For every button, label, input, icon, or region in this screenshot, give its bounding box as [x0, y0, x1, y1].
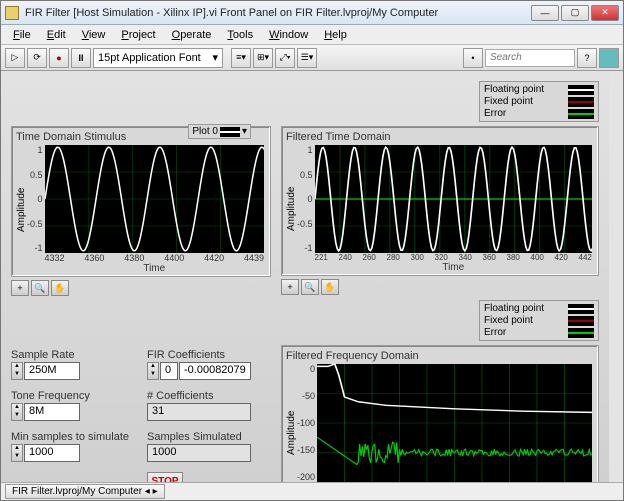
pan-tool-icon[interactable]: ✋: [51, 280, 69, 296]
graph-time-domain: Filtered Time Domain Amplitude 10.50-0.5…: [281, 126, 599, 276]
graph-time-ylabel: Amplitude: [286, 145, 297, 273]
help-button[interactable]: ?: [577, 48, 597, 68]
graph-stimulus-yticks: 10.50-0.5-1: [27, 145, 45, 253]
menu-tools[interactable]: Tools: [219, 27, 261, 43]
cursor-tool-icon[interactable]: +: [281, 279, 299, 295]
zoom-tool-icon[interactable]: 🔍: [301, 279, 319, 295]
sample-rate-input[interactable]: 250M: [24, 362, 80, 380]
maximize-button[interactable]: ▢: [561, 5, 589, 21]
abort-button[interactable]: ●: [49, 48, 69, 68]
menu-project[interactable]: Project: [113, 27, 163, 43]
sample-rate-label: Sample Rate: [11, 349, 129, 361]
min-samples-spinner[interactable]: ▲▼: [11, 444, 23, 462]
samples-sim-label: Samples Simulated: [147, 431, 251, 443]
reorder-button[interactable]: ☰▾: [297, 48, 317, 68]
graph-stimulus-xlabel: Time: [45, 263, 264, 274]
search-toggle-icon[interactable]: •: [463, 48, 483, 68]
tone-freq-input[interactable]: 8M: [24, 403, 80, 421]
tone-freq-label: Tone Frequency: [11, 390, 129, 402]
cursor-tool-icon[interactable]: +: [11, 280, 29, 296]
close-button[interactable]: ✕: [591, 5, 619, 21]
pause-button[interactable]: II: [71, 48, 91, 68]
menu-help[interactable]: Help: [316, 27, 355, 43]
legend-fixed-swatch: [568, 97, 594, 107]
menu-file[interactable]: File: [5, 27, 39, 43]
graph-stimulus-plot[interactable]: [45, 145, 264, 253]
plot-legend-stimulus[interactable]: Plot 0▾: [188, 124, 251, 139]
tone-freq-spinner[interactable]: ▲▼: [11, 403, 23, 421]
titlebar: FIR Filter [Host Simulation - Xilinx IP]…: [1, 1, 623, 25]
status-project-tab[interactable]: FIR Filter.lvproj/My Computer ◂ ▸: [5, 484, 165, 499]
run-continuous-button[interactable]: ⟳: [27, 48, 47, 68]
statusbar: FIR Filter.lvproj/My Computer ◂ ▸: [1, 482, 623, 500]
graph-time-tools: + 🔍 ✋: [281, 279, 599, 295]
graph-freq-title: Filtered Frequency Domain: [286, 350, 592, 362]
minimize-button[interactable]: —: [531, 5, 559, 21]
scrollbar-thumb[interactable]: [610, 81, 622, 221]
legend-fixed-label: Fixed point: [484, 96, 533, 107]
graph-time-xticks: 221240260280300320340360380400420442: [315, 253, 592, 262]
graph-time-plot[interactable]: [315, 145, 592, 253]
stop-button[interactable]: STOP: [147, 472, 183, 482]
menu-window[interactable]: Window: [261, 27, 316, 43]
graph-time-xlabel: Time: [315, 262, 592, 273]
align-button[interactable]: ≡▾: [231, 48, 251, 68]
distribute-button[interactable]: ⊞▾: [253, 48, 273, 68]
fir-coef-label: FIR Coefficients: [147, 349, 251, 361]
window-title: FIR Filter [Host Simulation - Xilinx IP]…: [25, 7, 531, 19]
legend-time-domain: Floating point Fixed point Error: [479, 81, 599, 122]
menu-view[interactable]: View: [74, 27, 114, 43]
graph-time-title: Filtered Time Domain: [286, 131, 592, 143]
min-samples-label: Min samples to simulate: [11, 431, 129, 443]
font-selector[interactable]: 15pt Application Font▾: [93, 48, 223, 68]
legend-error-swatch: [568, 109, 594, 119]
graph-freq-domain: Filtered Frequency Domain Amplitude 0-50…: [281, 345, 599, 482]
app-icon: [5, 6, 19, 20]
graph-stimulus-xticks: 433243604380440044204439: [45, 253, 264, 263]
run-button[interactable]: ▷: [5, 48, 25, 68]
pan-tool-icon[interactable]: ✋: [321, 279, 339, 295]
legend-error-label: Error: [484, 108, 506, 119]
graph-freq-plot[interactable]: [317, 364, 592, 482]
num-coef-indicator: 31: [147, 403, 251, 421]
resize-button[interactable]: ⤢▾: [275, 48, 295, 68]
sample-rate-spinner[interactable]: ▲▼: [11, 362, 23, 380]
vi-icon[interactable]: [599, 48, 619, 68]
front-panel: Floating point Fixed point Error Plot 0▾…: [1, 71, 623, 482]
search-input[interactable]: [485, 49, 575, 67]
graph-time-yticks: 10.50-0.5-1: [297, 145, 315, 253]
min-samples-input[interactable]: 1000: [24, 444, 80, 462]
fir-index-spinner[interactable]: ▲▼: [147, 362, 159, 380]
graph-stimulus-tools: + 🔍 ✋: [11, 280, 271, 296]
graph-freq-yticks: 0-50-100-150-200: [297, 364, 317, 482]
menu-edit[interactable]: Edit: [39, 27, 74, 43]
fir-coef-input[interactable]: -0.00082079: [179, 362, 251, 380]
toolbar: ▷ ⟳ ● II 15pt Application Font▾ ≡▾ ⊞▾ ⤢▾…: [1, 45, 623, 71]
graph-stimulus-ylabel: Amplitude: [16, 145, 27, 274]
legend-floating-swatch: [568, 85, 594, 95]
zoom-tool-icon[interactable]: 🔍: [31, 280, 49, 296]
graph-stimulus: Time Domain Stimulus Amplitude 10.50-0.5…: [11, 126, 271, 277]
fir-index-input[interactable]: 0: [160, 362, 178, 380]
legend-floating-label: Floating point: [484, 84, 544, 95]
samples-sim-indicator: 1000: [147, 444, 251, 462]
graph-freq-ylabel: Amplitude: [286, 364, 297, 482]
legend-freq-domain: Floating point Fixed point Error: [479, 300, 599, 341]
menu-operate[interactable]: Operate: [164, 27, 220, 43]
num-coef-label: # Coefficients: [147, 390, 251, 402]
menubar: File Edit View Project Operate Tools Win…: [1, 25, 623, 45]
